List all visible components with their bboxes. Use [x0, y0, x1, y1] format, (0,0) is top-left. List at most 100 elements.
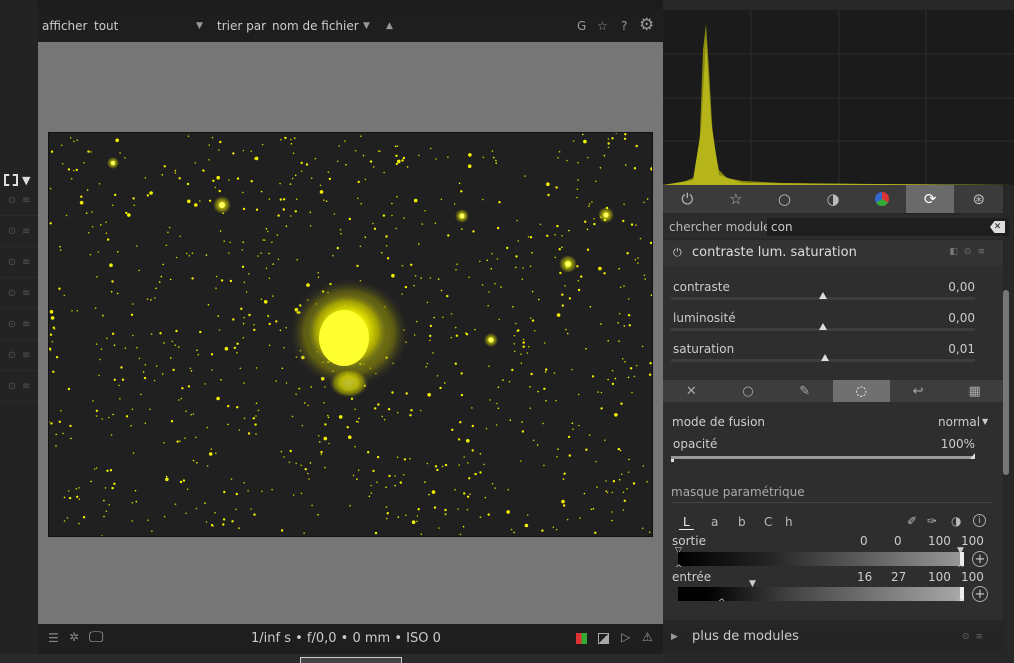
star — [163, 515, 166, 518]
module-header-icons[interactable]: ◧⊙≡ — [949, 247, 991, 257]
opacity-slider[interactable]: opacité 100% — [671, 437, 975, 465]
show-dropdown-arrow-icon[interactable]: ▼ — [196, 21, 203, 31]
star — [323, 402, 325, 404]
marker-icon[interactable]: ^ — [718, 598, 726, 608]
picker-icon[interactable]: ✐ — [907, 514, 917, 528]
star — [455, 334, 459, 337]
module-header[interactable]: ⏻ contraste lum. saturation ◧⊙≡ — [663, 240, 1003, 266]
menu-icon[interactable]: ☰ — [48, 631, 59, 645]
strip-row[interactable]: ⊙ ≡ — [0, 372, 38, 402]
star — [577, 179, 579, 181]
slider-knob[interactable] — [819, 323, 827, 330]
blend-mode-dropdown[interactable]: normal — [938, 415, 980, 429]
strip-row[interactable]: ⊙ ≡ — [0, 217, 38, 247]
set-picker-icon[interactable]: ✑ — [927, 514, 937, 528]
add-icon[interactable]: + — [972, 551, 988, 567]
channel-tab-a[interactable]: a — [711, 515, 718, 529]
module-header-icons[interactable]: ⊙≡ — [962, 632, 989, 642]
refresh-icon[interactable]: ⟳ — [905, 185, 955, 213]
filmstrip-toggle[interactable] — [300, 657, 402, 663]
star — [214, 186, 217, 189]
strip-row[interactable]: ⊙ ≡ — [0, 248, 38, 278]
star — [250, 180, 253, 183]
softproof-icon[interactable]: ▷ — [621, 630, 630, 644]
star — [438, 527, 440, 529]
star — [67, 490, 70, 492]
strip-row[interactable]: ⊙ ≡ — [0, 279, 38, 309]
star — [374, 531, 378, 535]
half-circle-icon[interactable]: ◑ — [809, 185, 858, 213]
histogram[interactable] — [663, 10, 1014, 185]
more-modules-row[interactable]: ▶ plus de modules ⊙≡ — [663, 625, 1003, 651]
star — [416, 520, 418, 523]
brightness-slider[interactable]: luminosité 0,00 — [671, 311, 975, 339]
strip-row[interactable]: ⊙ ≡ — [0, 341, 38, 371]
slider-knob[interactable] — [820, 354, 829, 361]
uniform-icon[interactable]: ○ — [720, 380, 777, 402]
channel-tab-L[interactable]: L — [679, 515, 694, 530]
overexposed-icon[interactable] — [598, 633, 609, 644]
gear-icon[interactable]: ⚙ — [639, 15, 654, 35]
top-bar: afficher tout ▼ trier par nom de fichier… — [38, 10, 663, 42]
power-icon[interactable]: ⏻ — [663, 185, 712, 213]
star — [391, 391, 394, 394]
star-icon[interactable]: ☆ — [712, 185, 761, 213]
star — [580, 275, 583, 278]
add-icon[interactable]: + — [972, 586, 988, 602]
invert-icon[interactable]: ◑ — [951, 514, 961, 528]
contrast-slider[interactable]: contraste 0,00 — [671, 280, 975, 308]
sort-dropdown-arrow-icon[interactable]: ▼ — [363, 21, 370, 31]
saturation-slider[interactable]: saturation 0,01 — [671, 342, 975, 370]
star — [263, 300, 268, 304]
star — [338, 145, 341, 147]
star — [622, 219, 625, 223]
aperture-icon[interactable]: ⊛ — [954, 185, 1003, 213]
channel-tab-b[interactable]: b — [738, 515, 746, 529]
grouping-button[interactable]: G — [577, 19, 586, 33]
star — [405, 514, 407, 516]
parametric-icon[interactable]: ◌ — [833, 380, 890, 402]
slider-knob[interactable] — [970, 453, 975, 459]
star — [59, 249, 62, 251]
drawn-icon[interactable]: ✎ — [776, 380, 833, 402]
color-circle-icon[interactable] — [857, 185, 906, 213]
off-icon[interactable]: ✕ — [663, 380, 720, 402]
strip-row[interactable]: ⊙ ≡ — [0, 186, 38, 216]
star — [257, 255, 259, 257]
star-icon[interactable]: ☆ — [597, 19, 608, 33]
slider-knob[interactable] — [819, 292, 827, 299]
scrollbar[interactable] — [1003, 290, 1009, 475]
star — [538, 298, 540, 301]
display-icon[interactable]: 🖵 — [89, 628, 103, 646]
star — [75, 168, 78, 172]
strip-row[interactable]: ⊙ ≡ — [0, 310, 38, 340]
search-input[interactable] — [767, 218, 1009, 236]
sort-dropdown[interactable]: nom de fichier — [272, 19, 359, 33]
marker-icon[interactable]: ^ — [957, 598, 965, 608]
star — [411, 520, 416, 524]
image-preview[interactable] — [48, 132, 653, 537]
raster-icon[interactable]: ▦ — [946, 380, 1003, 402]
show-dropdown[interactable]: tout — [94, 19, 118, 33]
star — [355, 420, 358, 423]
info-icon[interactable]: i — [973, 514, 986, 527]
star — [469, 493, 471, 496]
output-gradient[interactable] — [678, 552, 964, 566]
gamut-check-icon[interactable]: ⚠ — [642, 630, 653, 644]
circle-icon[interactable]: ○ — [760, 185, 809, 213]
star — [420, 277, 422, 279]
color-assessment-icon[interactable] — [576, 633, 587, 644]
star — [279, 182, 281, 185]
power-icon[interactable]: ⏻ — [673, 246, 682, 260]
star — [121, 378, 125, 381]
expand-arrow-icon[interactable]: ▶ — [671, 632, 678, 642]
dropdown-arrow-icon[interactable]: ▼ — [982, 417, 988, 426]
drawn-parametric-icon[interactable]: ↩ — [890, 380, 947, 402]
channel-tab-C[interactable]: C — [764, 515, 772, 529]
channel-tab-h[interactable]: h — [785, 515, 793, 529]
star — [268, 198, 271, 200]
help-icon[interactable]: ? — [621, 19, 627, 33]
star — [95, 409, 99, 412]
presets-icon[interactable]: ✲ — [69, 630, 79, 644]
sort-order-icon[interactable]: ▲ — [386, 21, 393, 31]
